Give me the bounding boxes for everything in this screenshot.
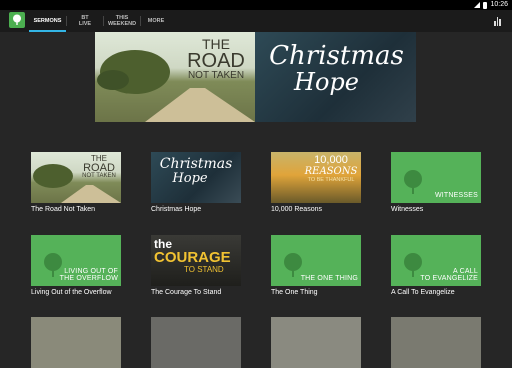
art-line2: ROAD bbox=[83, 162, 115, 174]
art-line3: NOT TAKEN bbox=[82, 173, 116, 179]
art-line1: 10,000 bbox=[314, 154, 348, 166]
sermon-card[interactable]: THE ROAD NOT TAKEN The Road Not Taken bbox=[31, 152, 121, 213]
art-line2: REASONS bbox=[304, 166, 358, 177]
sermon-card[interactable]: Christmas Hope Christmas Hope bbox=[151, 152, 241, 213]
sermon-thumbnail bbox=[31, 317, 121, 368]
sermon-thumbnail: A CALL TO EVANGELIZE bbox=[391, 235, 481, 286]
sermon-thumbnail: 10,000 REASONS TO BE THANKFUL bbox=[271, 152, 361, 203]
art-line1: A CALL bbox=[453, 268, 478, 275]
app-logo-icon[interactable] bbox=[9, 12, 25, 28]
sermon-card[interactable]: WITNESSES Witnesses bbox=[391, 152, 481, 213]
sermon-thumbnail: THE ROAD NOT TAKEN bbox=[31, 152, 121, 203]
tree-icon bbox=[404, 170, 422, 194]
art-line3: TO STAND bbox=[184, 265, 224, 274]
sermon-title: Christmas Hope bbox=[151, 206, 202, 213]
status-icons: 10:26 bbox=[474, 0, 508, 10]
sermon-card[interactable]: THE ONE THING The One Thing bbox=[271, 235, 361, 296]
hero-road-not-taken[interactable]: THE ROAD NOT TAKEN bbox=[95, 32, 255, 122]
hero-road-line2: ROAD bbox=[187, 50, 245, 72]
sermon-thumbnail: the COURAGE TO STAND bbox=[151, 235, 241, 286]
art-line3: TO BE THANKFUL bbox=[307, 177, 355, 183]
signal-icon bbox=[474, 2, 481, 8]
sermon-thumbnail bbox=[271, 317, 361, 368]
art-line1: LIVING OUT OF bbox=[64, 268, 118, 275]
status-time: 10:26 bbox=[490, 1, 508, 8]
sermon-title: A Call To Evangelize bbox=[391, 289, 455, 296]
bar-chart-icon[interactable] bbox=[494, 16, 502, 26]
sermon-thumbnail bbox=[151, 317, 241, 368]
sermon-thumbnail bbox=[391, 317, 481, 368]
art-line2: Hope bbox=[172, 171, 208, 186]
sermon-card[interactable]: 10,000 REASONS TO BE THANKFUL 10,000 Rea… bbox=[271, 152, 361, 213]
sermon-title: Living Out of the Overflow bbox=[31, 289, 112, 296]
sermon-thumbnail: Christmas Hope bbox=[151, 152, 241, 203]
art-line2: TO EVANGELIZE bbox=[420, 275, 478, 282]
hero-road-line3: NOT TAKEN bbox=[187, 70, 245, 81]
tab-bar: SERMONS BT LIVE THIS WEEKEND MORE bbox=[29, 10, 171, 32]
art-line2: COURAGE bbox=[154, 249, 231, 266]
hero-christmas-hope[interactable]: Christmas Hope bbox=[255, 32, 416, 122]
hero-xmas-line1: Christmas bbox=[269, 41, 404, 71]
sermon-title: The One Thing bbox=[271, 289, 318, 296]
hero-xmas-line2: Hope bbox=[294, 68, 359, 96]
sermon-thumbnail: WITNESSES bbox=[391, 152, 481, 203]
art-line1: WITNESSES bbox=[434, 192, 478, 199]
tab-this-weekend[interactable]: THIS WEEKEND bbox=[104, 10, 140, 32]
battery-icon bbox=[483, 1, 488, 9]
sermon-title: The Road Not Taken bbox=[31, 206, 96, 213]
sermon-title: The Courage To Stand bbox=[151, 289, 222, 296]
tab-bt-live[interactable]: BT LIVE bbox=[67, 10, 103, 32]
sermon-card[interactable]: A CALL TO EVANGELIZE A Call To Evangeliz… bbox=[391, 235, 481, 296]
hero-banner[interactable]: THE ROAD NOT TAKEN Christmas Hope bbox=[95, 32, 416, 122]
art-line2: THE OVERFLOW bbox=[59, 275, 118, 282]
sermon-thumbnail: LIVING OUT OF THE OVERFLOW bbox=[31, 235, 121, 286]
sermon-thumbnail: THE ONE THING bbox=[271, 235, 361, 286]
sermon-card[interactable] bbox=[391, 317, 481, 368]
sermon-title: Witnesses bbox=[391, 206, 424, 213]
action-bar: SERMONS BT LIVE THIS WEEKEND MORE bbox=[0, 10, 512, 32]
art-line1: Christmas bbox=[159, 156, 233, 172]
sermon-card[interactable] bbox=[151, 317, 241, 368]
tab-more[interactable]: MORE bbox=[141, 10, 171, 32]
art-line1: THE ONE THING bbox=[300, 275, 358, 282]
art-lines: LIVING OUT OF THE OVERFLOW bbox=[60, 268, 118, 282]
sermon-card[interactable] bbox=[31, 317, 121, 368]
sermon-title: 10,000 Reasons bbox=[271, 206, 322, 213]
sermon-card[interactable]: the COURAGE TO STAND The Courage To Stan… bbox=[151, 235, 241, 296]
status-bar: 10:26 bbox=[0, 0, 512, 10]
sermon-card[interactable]: LIVING OUT OF THE OVERFLOW Living Out of… bbox=[31, 235, 121, 296]
tab-sermons[interactable]: SERMONS bbox=[29, 10, 66, 32]
sermon-card[interactable] bbox=[271, 317, 361, 368]
art-lines: A CALL TO EVANGELIZE bbox=[420, 268, 478, 282]
